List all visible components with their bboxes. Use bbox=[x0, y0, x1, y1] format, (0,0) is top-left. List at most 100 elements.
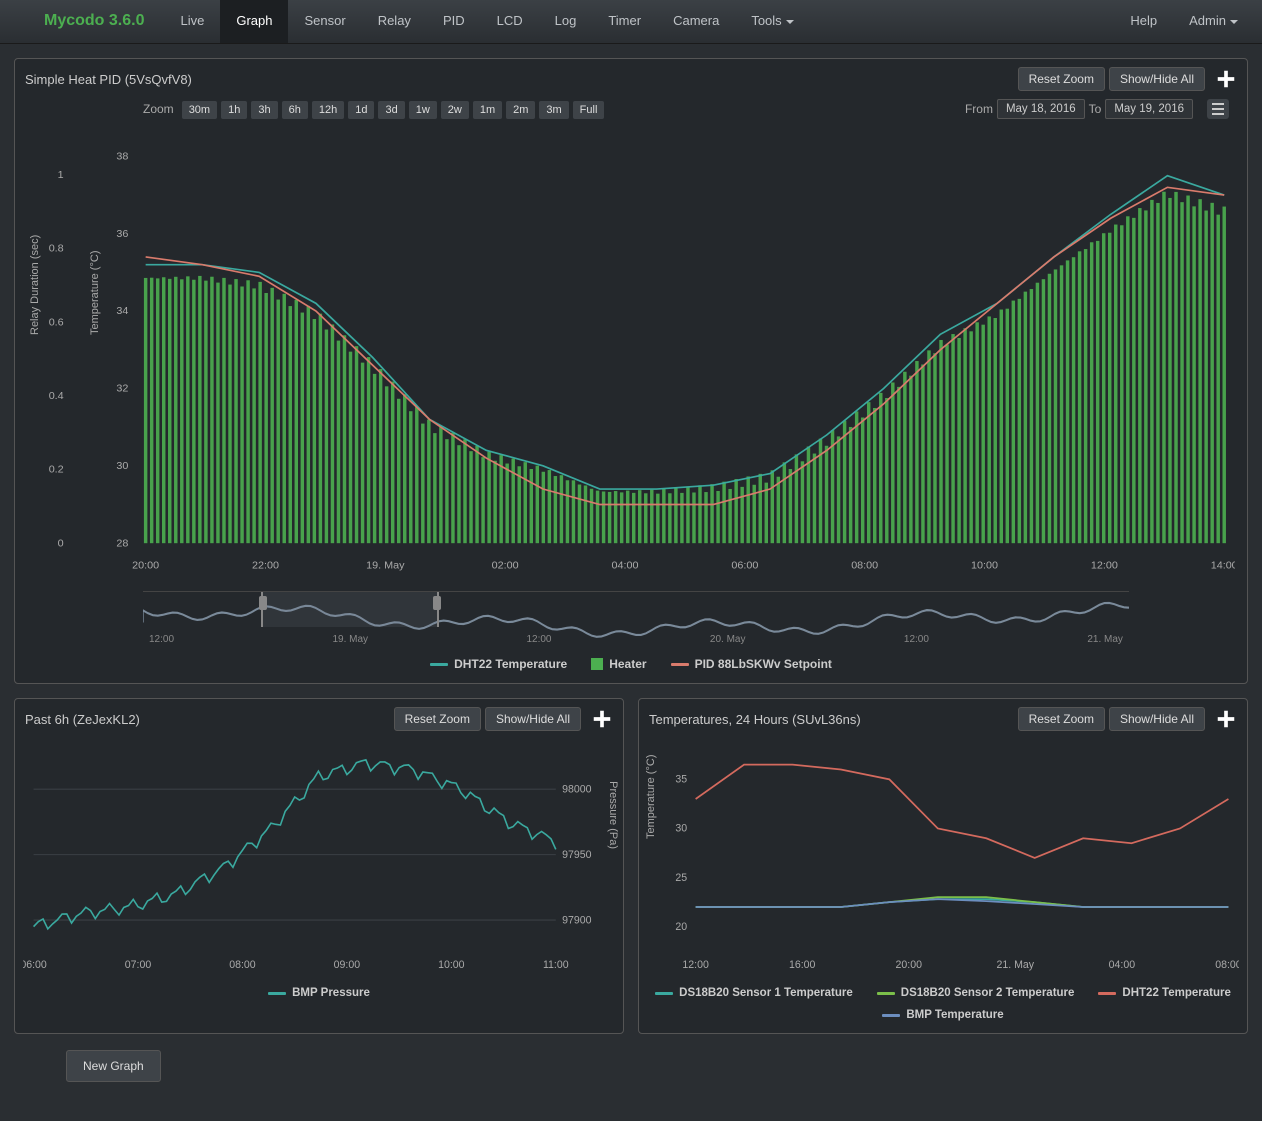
legend-heater[interactable]: Heater bbox=[591, 657, 646, 671]
plus-icon[interactable] bbox=[1215, 68, 1237, 90]
nav-item-tools[interactable]: Tools bbox=[735, 0, 809, 43]
y-axis-pressure-label: Pressure (Pa) bbox=[607, 782, 619, 850]
chart-menu-icon[interactable] bbox=[1207, 99, 1229, 119]
svg-text:38: 38 bbox=[116, 151, 128, 163]
svg-text:14:00: 14:00 bbox=[1211, 559, 1235, 571]
panel-title: Temperatures, 24 Hours (SUvL36ns) bbox=[649, 712, 861, 727]
panel-past-6h: Past 6h (ZeJexKL2) Reset Zoom Show/Hide … bbox=[14, 698, 624, 1034]
svg-text:0.8: 0.8 bbox=[49, 243, 64, 255]
zoom-3d[interactable]: 3d bbox=[378, 101, 404, 119]
brand: Mycodo 3.6.0 bbox=[8, 0, 164, 43]
navbar: Mycodo 3.6.0 LiveGraphSensorRelayPIDLCDL… bbox=[0, 0, 1262, 44]
svg-text:16:00: 16:00 bbox=[789, 959, 815, 971]
show-hide-all-button[interactable]: Show/Hide All bbox=[485, 707, 581, 731]
zoom-1h[interactable]: 1h bbox=[221, 101, 247, 119]
to-label: To bbox=[1089, 102, 1102, 116]
svg-text:21. May: 21. May bbox=[997, 959, 1035, 971]
legend-dht22[interactable]: DHT22 Temperature bbox=[1098, 987, 1230, 999]
svg-text:08:00: 08:00 bbox=[1215, 959, 1239, 971]
reset-zoom-button[interactable]: Reset Zoom bbox=[394, 707, 481, 731]
svg-text:30: 30 bbox=[675, 823, 687, 835]
svg-text:06:00: 06:00 bbox=[23, 959, 47, 971]
y-axis-temp-label: Temperature (°C) bbox=[89, 251, 101, 335]
svg-text:34: 34 bbox=[116, 305, 128, 317]
svg-text:04:00: 04:00 bbox=[612, 559, 639, 571]
temps-chart[interactable]: Temperature (°C) 2025303512:0016:0020:00… bbox=[647, 739, 1239, 979]
zoom-3h[interactable]: 3h bbox=[251, 101, 277, 119]
y-axis-relay-label: Relay Duration (sec) bbox=[29, 235, 41, 335]
reset-zoom-button[interactable]: Reset Zoom bbox=[1018, 67, 1105, 91]
zoom-1d[interactable]: 1d bbox=[348, 101, 374, 119]
svg-text:35: 35 bbox=[675, 773, 687, 785]
svg-text:0.6: 0.6 bbox=[49, 316, 64, 328]
reset-zoom-button[interactable]: Reset Zoom bbox=[1018, 707, 1105, 731]
svg-text:10:00: 10:00 bbox=[438, 959, 464, 971]
svg-text:07:00: 07:00 bbox=[125, 959, 151, 971]
legend: DHT22 Temperature Heater PID 88LbSKWv Se… bbox=[23, 647, 1239, 673]
zoom-2w[interactable]: 2w bbox=[441, 101, 469, 119]
svg-text:02:00: 02:00 bbox=[492, 559, 519, 571]
zoom-3m[interactable]: 3m bbox=[539, 101, 568, 119]
svg-text:0.4: 0.4 bbox=[49, 390, 64, 402]
nav-item-help[interactable]: Help bbox=[1114, 0, 1173, 43]
svg-text:08:00: 08:00 bbox=[229, 959, 255, 971]
nav-item-pid[interactable]: PID bbox=[427, 0, 481, 43]
show-hide-all-button[interactable]: Show/Hide All bbox=[1109, 707, 1205, 731]
zoom-30m[interactable]: 30m bbox=[182, 101, 217, 119]
panel-simple-heat-pid: Simple Heat PID (5VsQvfV8) Reset Zoom Sh… bbox=[14, 58, 1248, 684]
zoom-1w[interactable]: 1w bbox=[409, 101, 437, 119]
svg-text:09:00: 09:00 bbox=[334, 959, 360, 971]
nav-right: HelpAdmin bbox=[1114, 0, 1254, 43]
legend-bmp-pressure[interactable]: BMP Pressure bbox=[268, 987, 370, 999]
svg-text:32: 32 bbox=[116, 383, 128, 395]
svg-text:28: 28 bbox=[116, 537, 128, 549]
zoom-6h[interactable]: 6h bbox=[282, 101, 308, 119]
panel-temperatures-24h: Temperatures, 24 Hours (SUvL36ns) Reset … bbox=[638, 698, 1248, 1034]
svg-text:20:00: 20:00 bbox=[896, 959, 922, 971]
zoom-12h[interactable]: 12h bbox=[312, 101, 344, 119]
nav-item-camera[interactable]: Camera bbox=[657, 0, 735, 43]
zoom-2m[interactable]: 2m bbox=[506, 101, 535, 119]
new-graph-button[interactable]: New Graph bbox=[66, 1050, 161, 1082]
pressure-chart[interactable]: 97900979509800006:0007:0008:0009:0010:00… bbox=[23, 739, 615, 979]
legend-ds2[interactable]: DS18B20 Sensor 2 Temperature bbox=[877, 987, 1075, 999]
to-date-input[interactable]: May 19, 2016 bbox=[1105, 99, 1193, 119]
nav-item-admin[interactable]: Admin bbox=[1173, 0, 1254, 43]
zoom-1m[interactable]: 1m bbox=[473, 101, 502, 119]
svg-text:0: 0 bbox=[58, 537, 64, 549]
svg-text:20:00: 20:00 bbox=[132, 559, 159, 571]
plus-icon[interactable] bbox=[591, 708, 613, 730]
zoom-label: Zoom bbox=[143, 102, 174, 116]
nav-item-live[interactable]: Live bbox=[164, 0, 220, 43]
panel-title: Past 6h (ZeJexKL2) bbox=[25, 712, 140, 727]
panel-title: Simple Heat PID (5VsQvfV8) bbox=[25, 72, 192, 87]
from-label: From bbox=[965, 102, 993, 116]
nav-item-timer[interactable]: Timer bbox=[592, 0, 657, 43]
svg-text:08:00: 08:00 bbox=[851, 559, 878, 571]
legend-dht22[interactable]: DHT22 Temperature bbox=[430, 657, 567, 671]
y-axis-temp-label: Temperature (°C) bbox=[645, 755, 657, 839]
show-hide-all-button[interactable]: Show/Hide All bbox=[1109, 67, 1205, 91]
svg-text:30: 30 bbox=[116, 460, 128, 472]
legend-setpoint[interactable]: PID 88LbSKWv Setpoint bbox=[671, 657, 832, 671]
svg-text:36: 36 bbox=[116, 228, 128, 240]
legend-ds1[interactable]: DS18B20 Sensor 1 Temperature bbox=[655, 987, 853, 999]
range-navigator[interactable]: 12:0019. May12:0020. May12:0021. May bbox=[143, 591, 1129, 647]
nav-item-sensor[interactable]: Sensor bbox=[288, 0, 361, 43]
from-date-input[interactable]: May 18, 2016 bbox=[997, 99, 1085, 119]
legend-bmp[interactable]: BMP Temperature bbox=[882, 1009, 1003, 1021]
plus-icon[interactable] bbox=[1215, 708, 1237, 730]
nav-item-graph[interactable]: Graph bbox=[220, 0, 288, 43]
zoom-Full[interactable]: Full bbox=[573, 101, 605, 119]
nav-item-log[interactable]: Log bbox=[539, 0, 593, 43]
svg-text:97950: 97950 bbox=[562, 849, 591, 861]
svg-text:12:00: 12:00 bbox=[682, 959, 708, 971]
svg-text:06:00: 06:00 bbox=[731, 559, 758, 571]
svg-text:10:00: 10:00 bbox=[971, 559, 998, 571]
nav-item-relay[interactable]: Relay bbox=[362, 0, 427, 43]
svg-text:0.2: 0.2 bbox=[49, 464, 64, 476]
main-chart[interactable]: Relay Duration (sec) Temperature (°C) 0 0… bbox=[27, 125, 1235, 585]
svg-text:98000: 98000 bbox=[562, 783, 591, 795]
svg-text:1: 1 bbox=[58, 169, 64, 181]
nav-item-lcd[interactable]: LCD bbox=[481, 0, 539, 43]
